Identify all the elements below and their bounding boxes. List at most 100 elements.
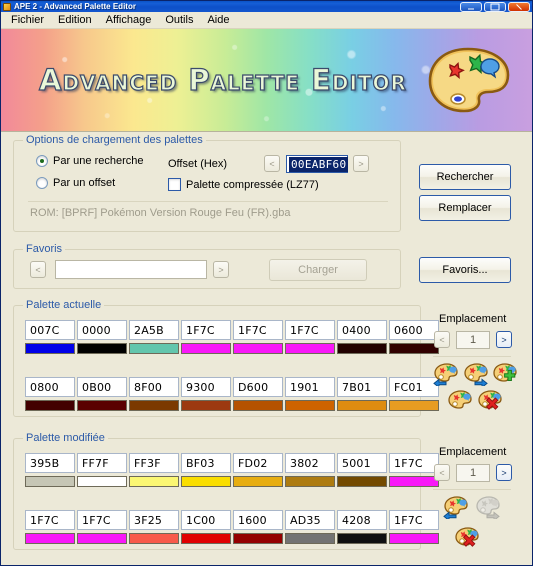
rechercher-button[interactable]: Rechercher (419, 164, 511, 190)
favorites-prev-button[interactable]: < (30, 261, 46, 278)
offset-input[interactable]: 00EABF60 (286, 155, 349, 173)
swatch-color-preview[interactable] (129, 476, 179, 487)
swatch-cell[interactable]: 1F7C (285, 320, 335, 354)
swatch-code-input[interactable]: 1F7C (77, 510, 127, 530)
swatch-cell[interactable]: 395B (25, 453, 75, 487)
swatch-color-preview[interactable] (337, 533, 387, 544)
swatch-code-input[interactable]: 4208 (337, 510, 387, 530)
swatch-code-input[interactable]: 3802 (285, 453, 335, 473)
swatch-cell[interactable]: 7B01 (337, 377, 387, 411)
palette-copy-right-icon[interactable] (463, 362, 489, 386)
swatch-code-input[interactable]: 0B00 (77, 377, 127, 397)
swatch-color-preview[interactable] (285, 400, 335, 411)
swatch-code-input[interactable]: 0400 (337, 320, 387, 340)
menu-aide[interactable]: Aide (200, 12, 236, 29)
swatch-code-input[interactable]: FD02 (233, 453, 283, 473)
swatch-color-preview[interactable] (233, 400, 283, 411)
swatch-code-input[interactable]: 1F7C (285, 320, 335, 340)
swatch-color-preview[interactable] (129, 533, 179, 544)
menu-outils[interactable]: Outils (158, 12, 200, 29)
swatch-color-preview[interactable] (233, 533, 283, 544)
swatch-cell[interactable]: 1901 (285, 377, 335, 411)
swatch-cell[interactable]: 0000 (77, 320, 127, 354)
radio-offset-indicator[interactable] (36, 177, 48, 189)
swatch-code-input[interactable]: 1F7C (25, 510, 75, 530)
modified-emplacement-value[interactable]: 1 (456, 464, 490, 482)
swatch-cell[interactable]: 0B00 (77, 377, 127, 411)
swatch-code-input[interactable]: 395B (25, 453, 75, 473)
menu-affichage[interactable]: Affichage (99, 12, 159, 29)
menu-edition[interactable]: Edition (51, 12, 99, 29)
swatch-color-preview[interactable] (285, 533, 335, 544)
menu-fichier[interactable]: Fichier (4, 12, 51, 29)
swatch-cell[interactable]: 3F25 (129, 510, 179, 544)
close-button[interactable] (508, 1, 530, 12)
compressed-checkbox-indicator[interactable] (168, 178, 181, 191)
swatch-cell[interactable]: BF03 (181, 453, 231, 487)
swatch-cell[interactable]: AD35 (285, 510, 335, 544)
swatch-cell[interactable]: 8F00 (129, 377, 179, 411)
swatch-color-preview[interactable] (285, 476, 335, 487)
swatch-color-preview[interactable] (129, 400, 179, 411)
radio-par-une-recherche[interactable]: Par une recherche (36, 155, 144, 167)
swatch-code-input[interactable]: 1F7C (233, 320, 283, 340)
swatch-color-preview[interactable] (285, 343, 335, 354)
swatch-code-input[interactable]: 7B01 (337, 377, 387, 397)
favorites-next-button[interactable]: > (213, 261, 229, 278)
maximize-button[interactable] (484, 1, 506, 12)
modified-emplacement-next[interactable]: > (496, 464, 512, 481)
swatch-cell[interactable]: 9300 (181, 377, 231, 411)
swatch-color-preview[interactable] (181, 400, 231, 411)
swatch-cell[interactable]: FF7F (77, 453, 127, 487)
swatch-code-input[interactable]: 5001 (337, 453, 387, 473)
remplacer-button[interactable]: Remplacer (419, 195, 511, 221)
checkbox-palette-compressee[interactable]: Palette compressée (LZ77) (168, 178, 319, 191)
radio-par-un-offset[interactable]: Par un offset (36, 177, 115, 189)
swatch-color-preview[interactable] (77, 400, 127, 411)
offset-prev-button[interactable]: < (264, 155, 280, 172)
swatch-cell[interactable]: 3802 (285, 453, 335, 487)
swatch-color-preview[interactable] (181, 476, 231, 487)
swatch-color-preview[interactable] (77, 476, 127, 487)
favorites-input[interactable] (55, 260, 207, 279)
swatch-cell[interactable]: 0400 (337, 320, 387, 354)
swatch-color-preview[interactable] (337, 476, 387, 487)
palette-copy-left-icon[interactable] (443, 495, 469, 519)
swatch-code-input[interactable]: 0000 (77, 320, 127, 340)
swatch-cell[interactable]: 1F7C (181, 320, 231, 354)
palette-delete-icon[interactable] (478, 389, 504, 413)
swatch-code-input[interactable]: D600 (233, 377, 283, 397)
swatch-code-input[interactable]: 3F25 (129, 510, 179, 530)
offset-next-button[interactable]: > (353, 155, 369, 172)
swatch-color-preview[interactable] (181, 343, 231, 354)
minimize-button[interactable] (460, 1, 482, 12)
swatch-cell[interactable]: FF3F (129, 453, 179, 487)
swatch-color-preview[interactable] (337, 343, 387, 354)
swatch-code-input[interactable]: 1901 (285, 377, 335, 397)
swatch-cell[interactable]: 4208 (337, 510, 387, 544)
swatch-color-preview[interactable] (129, 343, 179, 354)
swatch-code-input[interactable]: 0800 (25, 377, 75, 397)
swatch-cell[interactable]: 1600 (233, 510, 283, 544)
swatch-color-preview[interactable] (233, 476, 283, 487)
swatch-code-input[interactable]: 9300 (181, 377, 231, 397)
swatch-color-preview[interactable] (25, 533, 75, 544)
swatch-color-preview[interactable] (77, 533, 127, 544)
swatch-code-input[interactable]: 1C00 (181, 510, 231, 530)
swatch-color-preview[interactable] (77, 343, 127, 354)
palette-save-icon[interactable] (448, 389, 474, 413)
swatch-cell[interactable]: 1F7C (77, 510, 127, 544)
charger-button[interactable]: Charger (269, 259, 367, 281)
swatch-color-preview[interactable] (233, 343, 283, 354)
swatch-code-input[interactable]: BF03 (181, 453, 231, 473)
palette-copy-left-icon[interactable] (433, 362, 459, 386)
swatch-cell[interactable]: 1F7C (25, 510, 75, 544)
swatch-code-input[interactable]: 1600 (233, 510, 283, 530)
swatch-code-input[interactable]: 1F7C (181, 320, 231, 340)
swatch-cell[interactable]: 1F7C (233, 320, 283, 354)
swatch-cell[interactable]: 0800 (25, 377, 75, 411)
swatch-code-input[interactable]: 2A5B (129, 320, 179, 340)
swatch-color-preview[interactable] (25, 476, 75, 487)
swatch-cell[interactable]: D600 (233, 377, 283, 411)
swatch-color-preview[interactable] (25, 343, 75, 354)
